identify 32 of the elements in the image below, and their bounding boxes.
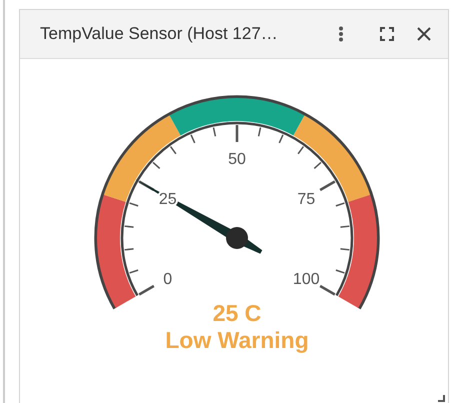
tick-mark — [320, 284, 336, 296]
tick-mark — [170, 146, 176, 154]
tick-mark — [278, 134, 284, 144]
tick-mark — [190, 134, 196, 144]
tick-mark — [124, 225, 134, 228]
tick-mark — [138, 284, 154, 296]
tick-mark — [298, 146, 304, 154]
tick-mark — [236, 125, 238, 142]
fullscreen-icon[interactable] — [378, 25, 396, 43]
tick-mark — [212, 127, 216, 136]
tick-mark — [336, 269, 345, 274]
tick-mark — [129, 269, 138, 274]
tick-label: 100 — [292, 271, 320, 288]
tick-mark — [340, 248, 350, 251]
tick-label: 50 — [228, 151, 246, 168]
resize-grip-icon[interactable] — [438, 395, 445, 402]
tick-mark — [320, 180, 336, 192]
needle-hub — [226, 227, 248, 249]
tick-mark — [314, 162, 322, 169]
tick-mark — [129, 202, 138, 207]
tick-mark — [138, 180, 154, 192]
more-options-icon[interactable] — [336, 24, 346, 44]
tick-label: 0 — [163, 271, 172, 288]
gauge-status: Low Warning — [165, 327, 309, 353]
tick-mark — [124, 248, 134, 251]
tick-mark — [340, 225, 350, 228]
tick-mark — [336, 202, 345, 207]
tick-label: 75 — [297, 191, 316, 208]
gauge-reading: 25 C — [212, 300, 262, 326]
tick-mark — [258, 127, 262, 136]
tick-mark — [152, 162, 160, 169]
panel-title: TempValue Sensor (Host 127… — [40, 24, 279, 44]
